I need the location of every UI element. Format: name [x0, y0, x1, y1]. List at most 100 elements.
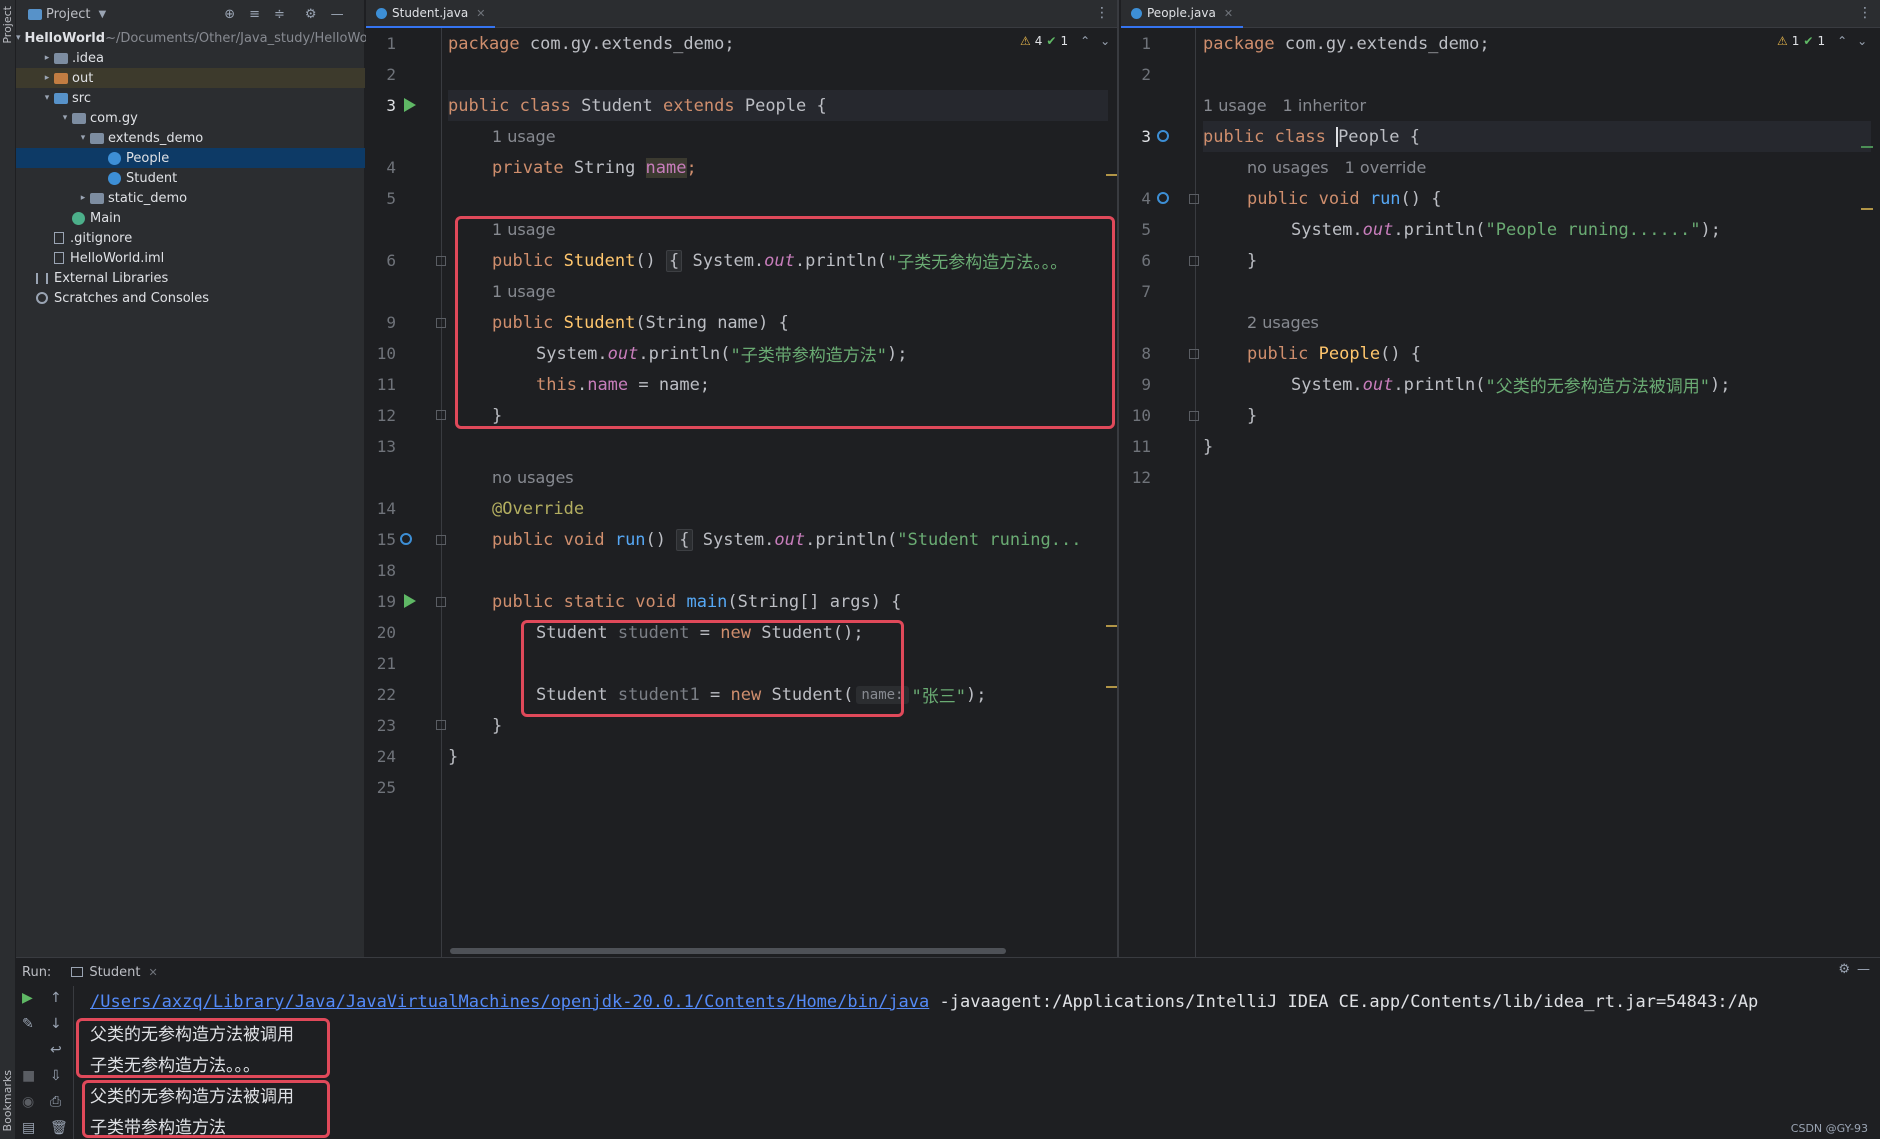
minimize-icon[interactable]: —: [331, 7, 344, 22]
chevron-icon[interactable]: ▸: [76, 193, 90, 203]
usage-hint[interactable]: 1 usage: [492, 121, 556, 152]
locate-icon[interactable]: ⊕: [224, 7, 235, 22]
tree-item[interactable]: .gitignore: [16, 228, 365, 248]
tree-item[interactable]: ▸ out: [16, 68, 365, 88]
code-line[interactable]: public void run() {: [1247, 183, 1442, 214]
code-line[interactable]: }: [1247, 400, 1257, 431]
code-line[interactable]: }: [1203, 431, 1213, 462]
fold-icon[interactable]: [436, 720, 446, 730]
chevron-icon[interactable]: ▾: [16, 33, 21, 43]
gear-icon[interactable]: ⚙: [305, 7, 317, 22]
fold-icon[interactable]: [1189, 256, 1199, 266]
trash-icon[interactable]: 🗑: [50, 1120, 68, 1136]
soft-wrap-icon[interactable]: ↩: [50, 1042, 62, 1058]
fold-icon[interactable]: [1189, 349, 1199, 359]
chevron-icon[interactable]: ▸: [40, 53, 54, 63]
code-line[interactable]: System. out .println("父类的无参构造方法被调用");: [1291, 369, 1730, 400]
code-line[interactable]: public class Student extends People {: [448, 90, 1108, 121]
warning-marker[interactable]: [1106, 174, 1117, 176]
fold-icon[interactable]: [436, 597, 446, 607]
minimize-icon[interactable]: —: [1857, 962, 1870, 977]
code-line[interactable]: }: [1247, 245, 1257, 276]
tree-item[interactable]: ▾ com.gy: [16, 108, 365, 128]
code-line[interactable]: @Override: [492, 493, 584, 524]
fold-icon[interactable]: [436, 410, 446, 420]
chevron-down-icon[interactable]: ⌄: [1857, 34, 1867, 48]
tree-item[interactable]: ▸ .idea: [16, 48, 365, 68]
tree-item[interactable]: ▾ extends_demo: [16, 128, 365, 148]
up-arrow-icon[interactable]: ↑: [50, 990, 62, 1006]
more-icon[interactable]: ⋮: [1858, 5, 1872, 21]
code-line[interactable]: package com.gy.extends_demo;: [448, 28, 735, 59]
warning-marker[interactable]: [1106, 625, 1117, 627]
tree-item[interactable]: Student: [16, 168, 365, 188]
print-icon[interactable]: ⎙: [50, 1094, 61, 1110]
fold-icon[interactable]: [436, 256, 446, 266]
expand-all-icon[interactable]: ≡: [249, 7, 260, 22]
layout-icon[interactable]: ▤: [22, 1120, 35, 1136]
scroll-end-icon[interactable]: ⇩: [50, 1068, 62, 1084]
overrides-icon[interactable]: [400, 533, 412, 545]
close-icon[interactable]: ✕: [149, 966, 158, 979]
tree-item[interactable]: Scratches and Consoles: [16, 288, 365, 308]
fold-icon[interactable]: [436, 318, 446, 328]
more-icon[interactable]: ⋮: [1095, 5, 1109, 21]
java-path-link[interactable]: /Users/axzq/Library/Java/JavaVirtualMach…: [90, 992, 929, 1012]
chevron-icon[interactable]: ▾: [76, 133, 90, 143]
tree-item[interactable]: External Libraries: [16, 268, 365, 288]
chevron-down-icon[interactable]: ⌄: [1100, 34, 1110, 48]
collapse-all-icon[interactable]: ≑: [274, 7, 285, 22]
code-line[interactable]: public void run() { System. out .println("…: [492, 524, 1081, 555]
chevron-icon[interactable]: ▸: [40, 73, 54, 83]
project-title[interactable]: Project: [46, 7, 90, 22]
warning-marker[interactable]: [1861, 208, 1873, 210]
fold-icon[interactable]: [1189, 194, 1199, 204]
tree-item[interactable]: ▾ HelloWorld ~/Documents/Other/Java_study…: [16, 28, 368, 48]
usage-hint[interactable]: 2 usages: [1247, 307, 1319, 338]
code-line[interactable]: }: [448, 741, 458, 772]
change-marker[interactable]: [1861, 146, 1873, 148]
tab-people-java[interactable]: People.java ✕: [1121, 0, 1244, 28]
console-command-line[interactable]: /Users/axzq/Library/Java/JavaVirtualMach…: [90, 986, 1758, 1017]
code-line[interactable]: public static void main (String[] args) {: [492, 586, 901, 617]
tree-item[interactable]: HelloWorld.iml: [16, 248, 365, 268]
tree-item[interactable]: Main: [16, 208, 365, 228]
code-line[interactable]: public class People {: [1203, 121, 1871, 152]
run-main-icon[interactable]: [404, 594, 416, 608]
run-tab-student[interactable]: Student ✕: [71, 965, 158, 980]
warning-marker[interactable]: [1106, 686, 1117, 688]
project-tool-label[interactable]: Project: [1, 6, 14, 44]
code-line[interactable]: private String name;: [492, 152, 697, 183]
chevron-up-icon[interactable]: ⌃: [1837, 34, 1847, 48]
code-line[interactable]: package com.gy.extends_demo;: [1203, 28, 1490, 59]
rerun-icon[interactable]: ▶: [22, 990, 33, 1006]
tree-item[interactable]: ▾ src: [16, 88, 365, 108]
stop-icon[interactable]: ■: [22, 1068, 35, 1084]
inspection-widget[interactable]: ⚠ 1 ✔ 1 ⌃ ⌄: [1777, 34, 1867, 48]
chevron-icon[interactable]: ▾: [58, 113, 72, 123]
close-icon[interactable]: ✕: [1224, 7, 1233, 20]
fold-icon[interactable]: [1189, 411, 1199, 421]
close-icon[interactable]: ✕: [476, 7, 485, 20]
usage-hint[interactable]: 1 usage 1 inheritor: [1203, 90, 1366, 121]
overridden-icon[interactable]: [1157, 192, 1169, 204]
horizontal-scrollbar[interactable]: [450, 948, 1006, 954]
chevron-down-icon[interactable]: ▼: [98, 9, 106, 20]
chevron-icon[interactable]: ▾: [40, 93, 54, 103]
inspection-widget[interactable]: ⚠ 4 ✔ 1 ⌃ ⌄: [1020, 34, 1110, 48]
run-class-icon[interactable]: [404, 98, 416, 112]
camera-icon[interactable]: ◉: [22, 1094, 34, 1110]
code-line[interactable]: System. out .println("People runing......"…: [1291, 214, 1721, 245]
code-line[interactable]: }: [492, 710, 502, 741]
usage-hint[interactable]: no usages 1 override: [1247, 152, 1426, 183]
tree-item[interactable]: People: [16, 148, 365, 168]
usage-hint[interactable]: no usages: [492, 462, 574, 493]
wrench-icon[interactable]: ✎: [22, 1016, 34, 1032]
down-arrow-icon[interactable]: ↓: [50, 1016, 62, 1032]
fold-icon[interactable]: [436, 535, 446, 545]
implemented-icon[interactable]: [1157, 130, 1169, 142]
tab-student-java[interactable]: Student.java ✕: [366, 0, 496, 28]
bookmarks-tool-label[interactable]: Bookmarks: [1, 1070, 14, 1131]
gear-icon[interactable]: ⚙: [1838, 962, 1850, 977]
chevron-up-icon[interactable]: ⌃: [1080, 34, 1090, 48]
